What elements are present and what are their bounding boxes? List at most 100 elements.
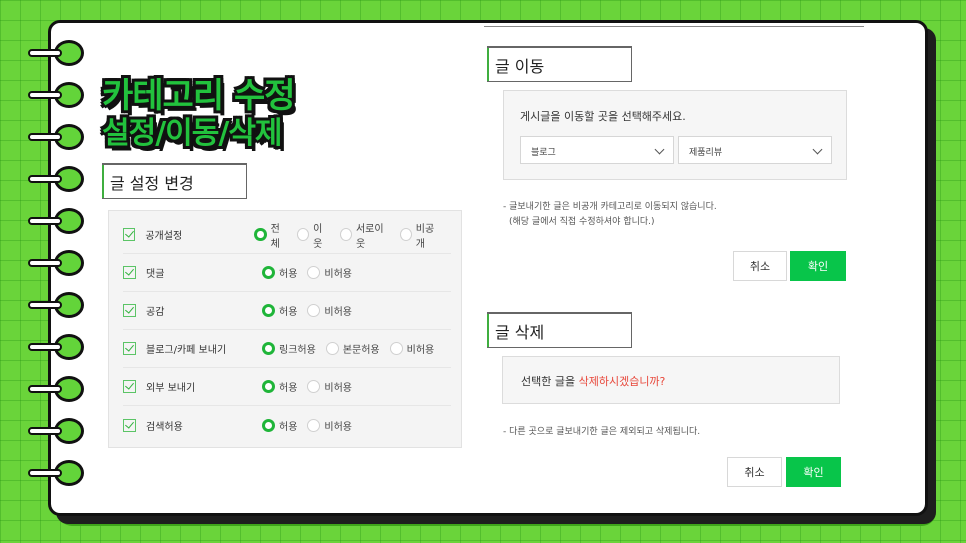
radio-option[interactable]: 본문허용 [325, 341, 380, 356]
radio-option[interactable]: 허용 [262, 379, 297, 394]
setting-label: 공감 [146, 307, 165, 318]
spiral-ring [28, 418, 86, 444]
radio-option-label: 비허용 [324, 307, 353, 318]
check-icon [123, 228, 136, 241]
delete-confirm-button[interactable]: 확인 [786, 457, 841, 487]
check-icon [123, 266, 136, 279]
setting-label: 블로그/카페 보내기 [146, 345, 227, 356]
move-panel: 게시글을 이동할 곳을 선택해주세요. 블로그 제품리뷰 [503, 90, 847, 180]
spiral-ring [28, 250, 86, 276]
radio-option-label: 비허용 [324, 269, 353, 280]
blog-select[interactable]: 블로그 [520, 136, 674, 164]
radio-option[interactable]: 비허용 [389, 341, 435, 356]
radio-circle-icon [262, 266, 275, 279]
delete-panel: 선택한 글을 삭제하시겠습니까? [502, 356, 840, 404]
delete-note: - 다른 곳으로 글보내기한 글은 제외되고 삭제됩니다. [503, 427, 701, 437]
setting-label: 공개설정 [145, 231, 183, 242]
hero-title-line1: 카테고리 수정 [102, 76, 296, 116]
hero-title-line2: 설정/이동/삭제 [102, 116, 283, 151]
radio-circle-icon [262, 418, 275, 432]
radio-circle-icon [262, 304, 275, 317]
spiral-binding [28, 40, 88, 500]
category-select[interactable]: 제품리뷰 [678, 136, 832, 164]
radio-option-label: 본문허용 [342, 345, 380, 356]
blog-select-value: 블로그 [531, 148, 556, 158]
radio-group: 링크허용 본문허용 비허용 [262, 341, 444, 356]
radio-option-label: 비공개 [415, 223, 435, 250]
spiral-ring [28, 40, 86, 66]
radio-group: 허용 비허용 [262, 379, 362, 394]
setting-row: 공감 허용 비허용 [123, 292, 451, 330]
radio-option[interactable]: 허용 [262, 265, 297, 280]
radio-option-label: 전체 [270, 223, 280, 250]
radio-option-label: 허용 [279, 307, 298, 318]
move-heading: 글 이동 [487, 46, 632, 82]
chevron-down-icon [812, 144, 823, 155]
spiral-ring [28, 208, 86, 234]
move-note-line2: (해당 글에서 직접 수정하셔야 합니다.) [509, 217, 655, 227]
radio-option-label: 허용 [279, 269, 298, 280]
move-note-line1: - 글보내기한 글은 비공개 카테고리로 이동되지 않습니다. [503, 202, 717, 212]
move-confirm-button[interactable]: 확인 [790, 251, 846, 281]
radio-option[interactable]: 비허용 [307, 379, 352, 394]
radio-circle-icon [307, 266, 321, 279]
setting-row: 댓글 허용 비허용 [123, 254, 451, 292]
check-icon [123, 342, 136, 355]
radio-option-label: 비허용 [324, 421, 353, 433]
setting-label: 검색허용 [146, 421, 183, 433]
radio-option[interactable]: 전체 [254, 220, 287, 250]
spiral-ring [28, 82, 86, 108]
radio-option-label: 비허용 [324, 383, 353, 394]
radio-circle-icon [399, 228, 412, 241]
delete-heading: 글 삭제 [487, 312, 632, 348]
radio-option-label: 허용 [279, 383, 298, 394]
radio-option-label: 링크허용 [279, 345, 316, 356]
radio-circle-icon [339, 228, 352, 241]
radio-circle-icon [389, 342, 403, 355]
radio-option-label: 비허용 [406, 345, 435, 356]
radio-option[interactable]: 비공개 [399, 220, 441, 250]
radio-group: 허용 비허용 [262, 303, 362, 318]
radio-circle-icon [307, 304, 321, 317]
spiral-ring [28, 292, 86, 318]
setting-label: 외부 보내기 [146, 383, 196, 394]
radio-circle-icon [254, 228, 267, 241]
radio-group: 허용 비허용 [262, 418, 362, 433]
radio-option-label: 서로이웃 [355, 223, 384, 250]
spiral-ring [28, 124, 86, 150]
category-select-value: 제품리뷰 [689, 148, 723, 158]
setting-row: 외부 보내기 허용 비허용 [123, 368, 451, 406]
move-instruction: 게시글을 이동할 곳을 선택해주세요. [520, 110, 686, 123]
hero-title: 카테고리 수정 설정/이동/삭제 [102, 76, 296, 152]
radio-option[interactable]: 비허용 [307, 418, 352, 433]
radio-group: 전체 이웃 서로이웃 비공개 [254, 220, 451, 250]
setting-row: 공개설정 전체 이웃 서로이웃 비공개 [123, 216, 451, 254]
radio-option[interactable]: 비허용 [307, 265, 352, 280]
setting-row: 검색허용 허용 비허용 [123, 406, 451, 444]
divider [484, 26, 864, 27]
chevron-down-icon [654, 144, 665, 155]
setting-label: 댓글 [146, 269, 165, 280]
settings-heading: 글 설정 변경 [102, 163, 247, 199]
radio-option[interactable]: 허용 [262, 418, 297, 433]
delete-question: 선택한 글을 [521, 375, 579, 388]
radio-option[interactable]: 비허용 [307, 303, 352, 318]
delete-question-highlight: 삭제하시겠습니까? [578, 375, 666, 388]
radio-option-label: 허용 [279, 421, 298, 433]
spiral-ring [28, 376, 86, 402]
radio-group: 허용 비허용 [262, 265, 362, 280]
spiral-ring [28, 460, 86, 486]
move-cancel-button[interactable]: 취소 [733, 251, 787, 281]
move-note: - 글보내기한 글은 비공개 카테고리로 이동되지 않습니다. (해당 글에서 … [503, 200, 717, 230]
radio-option-label: 이웃 [313, 223, 323, 250]
radio-option[interactable]: 링크허용 [262, 341, 316, 356]
radio-circle-icon [262, 342, 275, 355]
radio-option[interactable]: 서로이웃 [339, 220, 390, 250]
check-icon [123, 418, 136, 432]
delete-cancel-button[interactable]: 취소 [727, 457, 782, 487]
check-icon [123, 380, 136, 393]
radio-option[interactable]: 허용 [262, 303, 297, 318]
radio-option[interactable]: 이웃 [297, 220, 330, 250]
check-icon [123, 304, 136, 317]
radio-circle-icon [307, 418, 321, 432]
